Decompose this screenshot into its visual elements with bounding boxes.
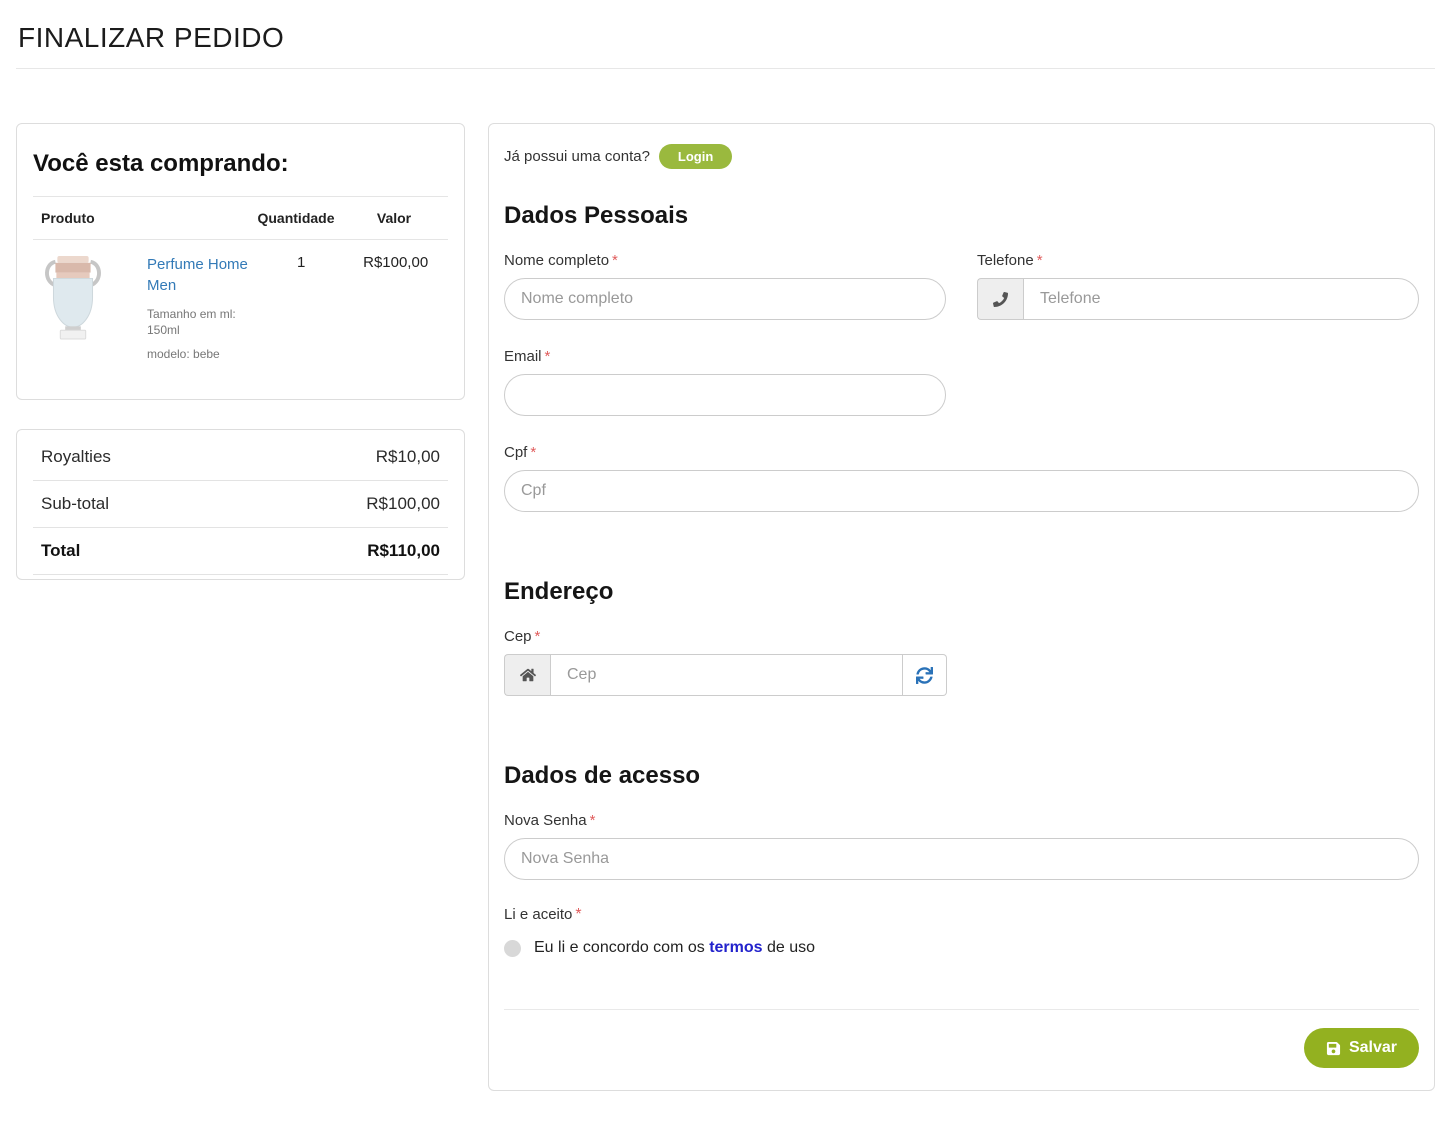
email-input[interactable] (504, 374, 946, 416)
cep-input[interactable] (550, 654, 903, 696)
home-icon (504, 654, 550, 696)
summary-label: Sub-total (41, 494, 109, 514)
product-quantity: 1 (251, 254, 351, 363)
summary-value: R$10,00 (376, 447, 440, 467)
terms-agreement-row: Eu li e concordo com os termos de uso (504, 939, 1419, 957)
field-telefone: Telefone* (977, 252, 1419, 320)
field-email: Email* (504, 348, 946, 416)
main-layout: Você esta comprando: Produto Quantidade … (16, 123, 1435, 1091)
required-mark: * (530, 444, 536, 461)
terms-radio[interactable] (504, 940, 521, 957)
field-cpf: Cpf* (504, 444, 1419, 512)
cpf-input[interactable] (504, 470, 1419, 512)
required-mark: * (590, 812, 596, 829)
account-row: Já possui uma conta? Login (504, 144, 1419, 169)
summary-row-total: Total R$110,00 (33, 528, 448, 575)
required-mark: * (612, 252, 618, 269)
required-mark: * (535, 628, 541, 645)
cart-panel: Você esta comprando: Produto Quantidade … (16, 123, 465, 400)
field-nova-senha: Nova Senha* (504, 812, 1419, 880)
col-header-quantity: Quantidade (244, 210, 348, 226)
col-header-value: Valor (348, 210, 440, 226)
nova-senha-input[interactable] (504, 838, 1419, 880)
title-divider (16, 68, 1435, 69)
cep-input-group (504, 654, 947, 696)
personal-form-grid: Nome completo* Telefone* Email* (504, 252, 1419, 512)
nova-senha-label: Nova Senha* (504, 812, 1419, 829)
order-summary-panel: Royalties R$10,00 Sub-total R$100,00 Tot… (16, 429, 465, 580)
telefone-input[interactable] (1023, 278, 1419, 320)
product-cell: Perfume Home Men Tamanho em ml: 150ml mo… (41, 254, 251, 363)
cep-label: Cep* (504, 628, 947, 645)
have-account-text: Já possui uma conta? (504, 148, 650, 165)
terms-link[interactable]: termos (709, 939, 762, 956)
order-column: Você esta comprando: Produto Quantidade … (16, 123, 465, 580)
product-value: R$100,00 (351, 254, 440, 363)
section-title-access: Dados de acesso (504, 762, 1419, 790)
cpf-label: Cpf* (504, 444, 1419, 461)
form-footer: Salvar (504, 1028, 1419, 1068)
save-icon (1326, 1041, 1341, 1056)
summary-row-subtotal: Sub-total R$100,00 (33, 481, 448, 528)
product-link[interactable]: Perfume Home Men (147, 254, 251, 296)
cart-item-row: Perfume Home Men Tamanho em ml: 150ml mo… (33, 240, 448, 363)
telefone-label: Telefone* (977, 252, 1419, 269)
product-model: modelo: bebe (147, 346, 239, 362)
summary-label: Royalties (41, 447, 111, 467)
field-cep: Cep* (504, 628, 947, 696)
section-title-personal: Dados Pessoais (504, 202, 1419, 230)
cart-heading: Você esta comprando: (33, 150, 448, 178)
telefone-input-group (977, 278, 1419, 320)
section-title-address: Endereço (504, 578, 1419, 606)
checkout-page: FINALIZAR PEDIDO Você esta comprando: Pr… (0, 0, 1451, 1107)
email-label: Email* (504, 348, 946, 365)
phone-icon (977, 278, 1023, 320)
summary-value: R$100,00 (366, 494, 440, 514)
required-mark: * (1037, 252, 1043, 269)
refresh-icon[interactable] (903, 654, 947, 696)
summary-value: R$110,00 (367, 541, 440, 561)
product-info: Perfume Home Men Tamanho em ml: 150ml mo… (147, 254, 251, 363)
summary-label: Total (41, 541, 80, 561)
product-size: Tamanho em ml: 150ml (147, 306, 239, 338)
col-header-product: Produto (41, 210, 244, 226)
required-mark: * (575, 906, 581, 923)
page-title: FINALIZAR PEDIDO (18, 22, 1435, 54)
nome-input[interactable] (504, 278, 946, 320)
save-button-label: Salvar (1349, 1039, 1397, 1057)
perfume-bottle-image (41, 254, 107, 363)
required-mark: * (545, 348, 551, 365)
terms-text: Eu li e concordo com os termos de uso (534, 939, 815, 957)
summary-row-royalties: Royalties R$10,00 (33, 434, 448, 481)
field-nome: Nome completo* (504, 252, 946, 320)
nome-label: Nome completo* (504, 252, 946, 269)
accept-label: Li e aceito* (504, 906, 1419, 924)
footer-divider (504, 1009, 1419, 1010)
login-button[interactable]: Login (659, 144, 732, 169)
cart-table-header: Produto Quantidade Valor (33, 197, 448, 240)
checkout-form-panel: Já possui uma conta? Login Dados Pessoai… (488, 123, 1435, 1091)
save-button[interactable]: Salvar (1304, 1028, 1419, 1068)
